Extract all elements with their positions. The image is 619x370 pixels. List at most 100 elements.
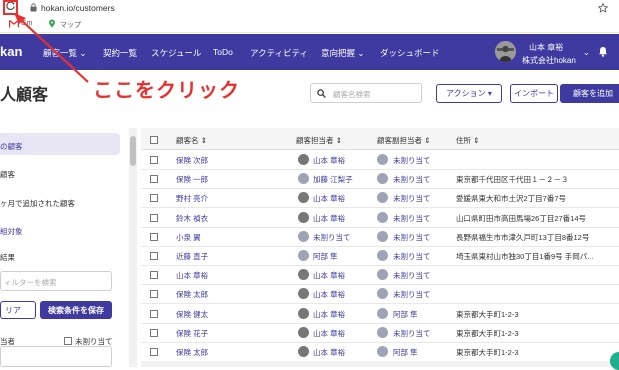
- assignee-select[interactable]: [0, 346, 112, 367]
- customer-name-link[interactable]: 保険 一郎: [176, 174, 208, 185]
- row-checkbox[interactable]: [150, 156, 158, 164]
- header-main-assignee[interactable]: 顧客担当者 ⇕: [296, 135, 342, 146]
- sub-assignee[interactable]: 阿部 隼: [393, 347, 418, 358]
- customer-name-link[interactable]: 保険 花子: [176, 328, 208, 339]
- customer-name-link[interactable]: 保険 太郎: [176, 347, 208, 358]
- url-text[interactable]: hokan.io/customers: [41, 3, 115, 13]
- main-assignee[interactable]: 山本 章裕: [313, 289, 345, 300]
- main-assignee[interactable]: 山本 章裕: [313, 213, 345, 224]
- nav-customers[interactable]: 顧客一覧 ⌄: [43, 47, 86, 59]
- assignee-avatar-icon: [298, 308, 309, 319]
- assignee-avatar-icon: [298, 212, 309, 223]
- customer-name-link[interactable]: 保険 太郎: [176, 289, 208, 300]
- row-checkbox[interactable]: [150, 290, 158, 298]
- bookmark-star-icon[interactable]: [598, 3, 608, 13]
- sub-assignee-avatar-icon: [377, 269, 388, 280]
- user-name[interactable]: 山本 章裕: [529, 42, 563, 53]
- sub-assignee-avatar-icon: [377, 173, 388, 184]
- save-search-button[interactable]: 検索条件を保存: [40, 301, 112, 319]
- sub-assignee[interactable]: 未割り当て: [393, 213, 431, 224]
- nav-intent[interactable]: 意向把握 ⌄: [321, 47, 364, 59]
- sub-assignee[interactable]: 阿部 隼: [393, 309, 418, 320]
- customer-name-link[interactable]: 鈴木 禎衣: [176, 213, 208, 224]
- sub-assignee[interactable]: 未割り当て: [393, 174, 431, 185]
- add-customer-button[interactable]: 顧客を追加: [560, 84, 619, 103]
- clear-button[interactable]: リア: [0, 301, 36, 319]
- nav-activity[interactable]: アクティビティ: [250, 47, 308, 59]
- bell-icon[interactable]: [598, 46, 608, 57]
- row-checkbox[interactable]: [150, 175, 158, 183]
- filter-item-recent[interactable]: ヶ月で追加された顧客: [0, 198, 75, 209]
- main-assignee[interactable]: 山本 章裕: [313, 193, 345, 204]
- assignee-avatar-icon: [298, 269, 309, 280]
- filter-item-customers[interactable]: 顧客: [0, 169, 15, 180]
- assignee-avatar-icon: [298, 231, 309, 242]
- customer-name-link[interactable]: 小泉 翼: [176, 232, 201, 243]
- main-assignee[interactable]: 加藤 江梨子: [313, 174, 353, 185]
- sub-assignee-avatar-icon: [377, 346, 388, 357]
- main-assignee[interactable]: 山本 章裕: [313, 270, 345, 281]
- select-all-checkbox[interactable]: [150, 136, 158, 144]
- address-cell: 埼玉県東村山市独30丁目1番9号 手岡パ...: [456, 252, 594, 261]
- main-assignee[interactable]: 山本 章裕: [313, 328, 345, 339]
- nav-schedule[interactable]: スケジュール: [151, 47, 201, 59]
- row-checkbox[interactable]: [150, 194, 158, 202]
- row-checkbox[interactable]: [150, 310, 158, 318]
- header-customer-name[interactable]: 顧客名 ⇕: [176, 135, 207, 146]
- gmail-icon[interactable]: [9, 20, 19, 28]
- header-address[interactable]: 住所 ⇕: [456, 135, 479, 146]
- import-button[interactable]: インポート: [510, 84, 558, 103]
- sub-assignee[interactable]: 未割り当て: [393, 155, 431, 166]
- horizontal-scrollbar[interactable]: [141, 361, 619, 367]
- user-menu-chevron-icon[interactable]: ⌄: [583, 48, 590, 57]
- assignee-avatar-icon: [298, 327, 309, 338]
- reload-highlight-box: [3, 0, 18, 15]
- assignee-avatar-icon: [298, 192, 309, 203]
- user-org[interactable]: 株式会社hokan: [522, 55, 576, 66]
- main-assignee[interactable]: 未割り当て: [313, 232, 351, 243]
- user-avatar[interactable]: [495, 41, 516, 62]
- chat-widget-icon[interactable]: [610, 352, 619, 370]
- row-checkbox[interactable]: [150, 214, 158, 222]
- scrollbar-thumb[interactable]: [130, 136, 136, 166]
- search-icon: [317, 89, 326, 98]
- address-cell: 東京都千代田区千代田１－２－３: [456, 175, 569, 184]
- sub-assignee[interactable]: 未割り当て: [393, 251, 431, 262]
- sub-assignee[interactable]: 未割り当て: [393, 193, 431, 204]
- row-checkbox[interactable]: [150, 271, 158, 279]
- row-checkbox[interactable]: [150, 252, 158, 260]
- sub-assignee[interactable]: 未割り当て: [393, 289, 431, 300]
- sub-assignee[interactable]: 未割り当て: [393, 270, 431, 281]
- sub-assignee-avatar-icon: [377, 212, 388, 223]
- filter-item-my-customers[interactable]: の顧客: [0, 141, 23, 152]
- main-assignee[interactable]: 山本 章裕: [313, 155, 345, 166]
- sub-assignee[interactable]: 未割り当て: [393, 328, 431, 339]
- main-assignee[interactable]: 阿部 隼: [313, 251, 338, 262]
- nav-dashboard[interactable]: ダッシュボード: [380, 47, 440, 59]
- customer-name-link[interactable]: 山本 章裕: [176, 270, 208, 281]
- sub-assignee[interactable]: 未割り当て: [393, 232, 431, 243]
- unassigned-checkbox[interactable]: [64, 337, 72, 345]
- nav-todo[interactable]: ToDo: [213, 47, 233, 57]
- header-sub-assignee[interactable]: 顧客副担当者 ⇕: [377, 135, 430, 146]
- nav-contracts[interactable]: 契約一覧: [103, 47, 137, 59]
- customer-name-link[interactable]: 近藤 直子: [176, 251, 208, 262]
- annotation-label: ここをクリック: [93, 80, 240, 102]
- main-assignee[interactable]: 山本 章裕: [313, 309, 345, 320]
- bookmark-maps[interactable]: マップ: [60, 20, 81, 30]
- row-checkbox[interactable]: [150, 329, 158, 337]
- main-assignee[interactable]: 山本 章裕: [313, 347, 345, 358]
- customer-name-link[interactable]: 野村 亮介: [176, 193, 208, 204]
- address-cell: 東京都大手町1-2-3: [456, 329, 519, 338]
- brand-logo[interactable]: kan: [0, 44, 22, 59]
- row-checkbox[interactable]: [150, 233, 158, 241]
- maps-icon[interactable]: [48, 19, 56, 28]
- address-cell: 東京都大手町1-2-3: [456, 348, 519, 357]
- customer-name-link[interactable]: 保険 次郎: [176, 155, 208, 166]
- action-button[interactable]: アクション ▾: [436, 84, 502, 103]
- bookmark-gmail[interactable]: Gm: [21, 20, 32, 27]
- customer-name-link[interactable]: 保険 健太: [176, 309, 208, 320]
- row-checkbox[interactable]: [150, 348, 158, 356]
- assignee-avatar-icon: [298, 154, 309, 165]
- filter-link-target[interactable]: 組対象: [0, 226, 23, 237]
